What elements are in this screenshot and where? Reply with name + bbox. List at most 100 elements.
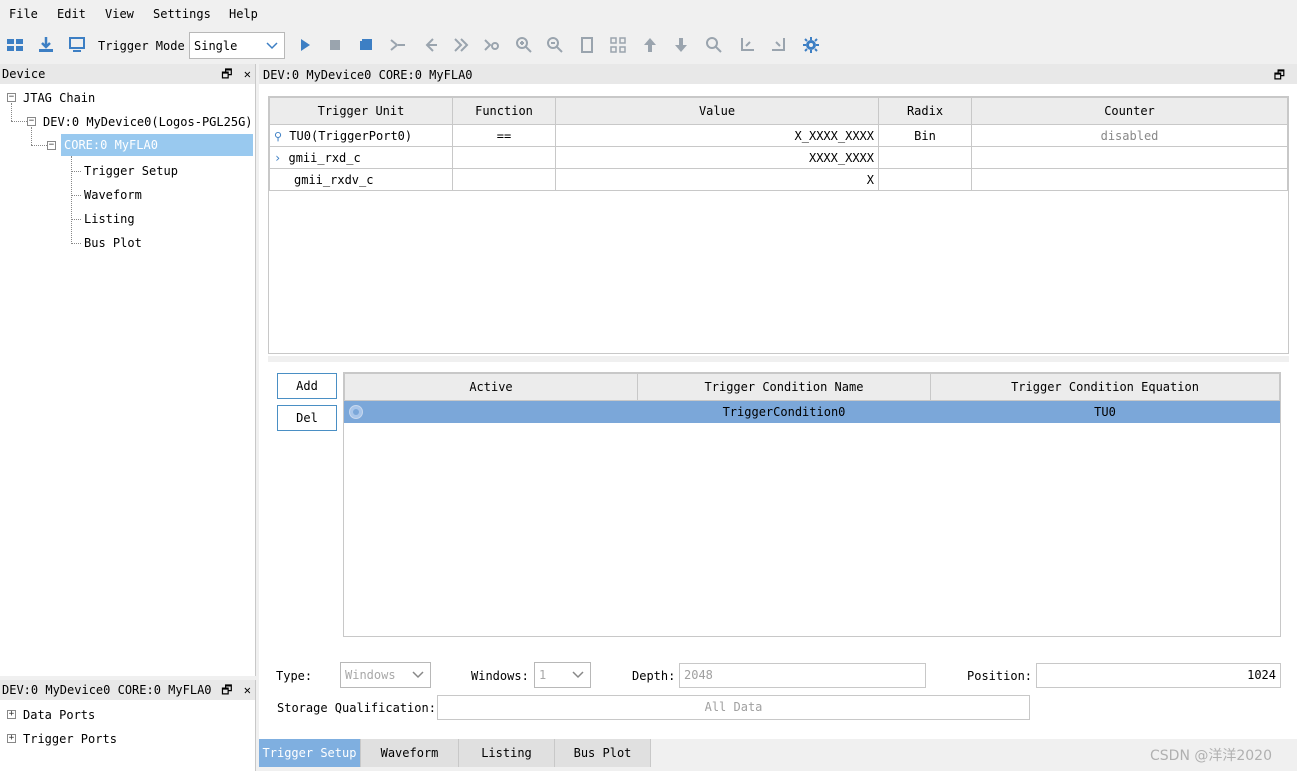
storage-qual-field[interactable]: All Data <box>437 695 1030 720</box>
counter-cell[interactable] <box>971 146 1288 169</box>
device-panel-title: Device 🗗 ✕ <box>0 64 255 84</box>
dev-expander-icon[interactable]: − <box>27 117 36 126</box>
tree-jtag-chain[interactable]: JTAG Chain <box>23 91 95 105</box>
float-icon[interactable]: 🗗 <box>221 683 232 697</box>
cursor-right-icon[interactable] <box>770 36 788 54</box>
stop-icon[interactable] <box>326 36 344 54</box>
tree-core: CORE:0 MyFLA0 <box>64 138 158 152</box>
gear-icon[interactable] <box>802 36 820 54</box>
value-cell[interactable]: X_XXXX_XXXX <box>555 124 879 147</box>
jtag-expander-icon[interactable]: − <box>7 93 16 102</box>
zoom-fit-icon[interactable] <box>705 36 723 54</box>
table-row[interactable]: › gmii_rxd_c XXXX_XXXX <box>269 146 1288 169</box>
condition-equation-cell[interactable]: TU0 <box>930 400 1280 423</box>
tree-trigger-setup[interactable]: Trigger Setup <box>84 164 178 178</box>
trigger-mode-select[interactable]: Single <box>189 32 285 59</box>
arrow-down-icon[interactable] <box>672 36 690 54</box>
function-cell[interactable]: == <box>452 124 556 147</box>
tab-listing[interactable]: Listing <box>459 739 555 767</box>
search-signal-icon[interactable] <box>483 36 501 54</box>
tab-waveform[interactable]: Waveform <box>361 739 459 767</box>
type-value: Windows <box>345 668 396 682</box>
tree-device[interactable]: DEV:0 MyDevice0(Logos-PGL25G) <box>43 115 253 129</box>
trigger-unit-cell: TU0(TriggerPort0) <box>289 128 413 143</box>
add-button[interactable]: Add <box>277 373 337 399</box>
menu-settings[interactable]: Settings <box>153 7 211 21</box>
trigger-unit-cell: gmii_rxd_c <box>288 150 361 165</box>
depth-label: Depth: <box>632 669 676 683</box>
download-icon[interactable] <box>37 36 55 54</box>
value-cell[interactable]: XXXX_XXXX <box>555 146 879 169</box>
core-expander-icon[interactable]: − <box>47 141 56 150</box>
menu-help[interactable]: Help <box>229 7 258 21</box>
cursor-left-icon[interactable] <box>738 36 756 54</box>
counter-cell[interactable] <box>971 168 1288 191</box>
col-function[interactable]: Function <box>452 97 556 125</box>
table-row[interactable]: gmii_rxdv_c X <box>269 168 1288 191</box>
close-icon[interactable]: ✕ <box>244 683 251 697</box>
tree-waveform[interactable]: Waveform <box>84 188 142 202</box>
trigger-mode-value: Single <box>194 38 238 53</box>
run-icon[interactable] <box>296 36 314 54</box>
counter-cell[interactable]: disabled <box>971 124 1288 147</box>
tree-bus-plot[interactable]: Bus Plot <box>84 236 142 250</box>
del-button[interactable]: Del <box>277 405 337 431</box>
tab-trigger-setup[interactable]: Trigger Setup <box>259 739 361 767</box>
capture-icon[interactable] <box>357 36 375 54</box>
float-icon[interactable]: 🗗 <box>221 67 232 81</box>
table-row[interactable]: ⚲ TU0(TriggerPort0) == X_XXXX_XXXX Bin d… <box>269 124 1288 147</box>
main-panel-title-text: DEV:0 MyDevice0 CORE:0 MyFLA0 <box>263 68 473 82</box>
col-condition-name[interactable]: Trigger Condition Name <box>637 373 931 401</box>
menu-view[interactable]: View <box>105 7 134 21</box>
prev-edge-icon[interactable] <box>421 36 439 54</box>
col-radix[interactable]: Radix <box>878 97 972 125</box>
monitor-icon[interactable] <box>68 36 86 54</box>
windows-select[interactable]: 1 <box>534 662 591 688</box>
tree-listing[interactable]: Listing <box>84 212 135 226</box>
close-icon[interactable]: ✕ <box>244 67 251 81</box>
col-active[interactable]: Active <box>344 373 638 401</box>
condition-name-cell[interactable]: TriggerCondition0 <box>637 400 931 423</box>
tree-core-selection[interactable]: CORE:0 MyFLA0 <box>61 134 253 156</box>
type-select[interactable]: Windows <box>340 662 431 688</box>
active-radio[interactable] <box>349 404 363 419</box>
ports-panel: DEV:0 MyDevice0 CORE:0 MyFLA0 🗗 ✕ + Data… <box>0 680 256 771</box>
col-trigger-unit[interactable]: Trigger Unit <box>269 97 453 125</box>
menu-edit[interactable]: Edit <box>57 7 86 21</box>
position-label: Position: <box>967 669 1033 683</box>
fit-window-icon[interactable] <box>609 36 627 54</box>
radix-cell[interactable] <box>878 168 972 191</box>
radix-cell[interactable] <box>878 146 972 169</box>
col-counter[interactable]: Counter <box>971 97 1288 125</box>
chevron-right-icon[interactable]: › <box>274 151 281 165</box>
data-ports-expander-icon[interactable]: + <box>7 710 16 719</box>
col-value[interactable]: Value <box>555 97 879 125</box>
trigger-mode-label: Trigger Mode <box>98 39 185 53</box>
page-icon[interactable] <box>578 36 596 54</box>
table-row[interactable]: TriggerCondition0 TU0 <box>344 400 1280 423</box>
function-cell[interactable] <box>452 168 556 191</box>
depth-field[interactable]: 2048 <box>679 663 926 688</box>
zoom-to-trigger-icon[interactable] <box>389 36 407 54</box>
tab-bus-plot[interactable]: Bus Plot <box>555 739 651 767</box>
windows-label: Windows: <box>471 669 529 683</box>
trigger-table-frame: Trigger Unit Function Value Radix Counte… <box>268 96 1289 354</box>
value-cell[interactable]: X <box>555 168 879 191</box>
zoom-out-icon[interactable] <box>546 36 564 54</box>
tree-data-ports[interactable]: Data Ports <box>23 708 95 722</box>
col-condition-equation[interactable]: Trigger Condition Equation <box>930 373 1280 401</box>
zoom-in-icon[interactable] <box>515 36 533 54</box>
arrow-up-icon[interactable] <box>641 36 659 54</box>
splitter[interactable] <box>268 356 1289 362</box>
device-panel-title-text: Device <box>2 67 46 81</box>
radix-cell[interactable]: Bin <box>878 124 972 147</box>
trigger-unit-cell[interactable]: gmii_rxdv_c <box>269 168 453 191</box>
tree-trigger-ports[interactable]: Trigger Ports <box>23 732 117 746</box>
next-edge-icon[interactable] <box>452 36 470 54</box>
menu-file[interactable]: File <box>9 7 38 21</box>
position-field[interactable]: 1024 <box>1036 663 1281 688</box>
function-cell[interactable] <box>452 146 556 169</box>
chevron-down-icon <box>266 41 278 49</box>
trigger-ports-expander-icon[interactable]: + <box>7 734 16 743</box>
jtag-scan-icon[interactable] <box>6 36 24 54</box>
